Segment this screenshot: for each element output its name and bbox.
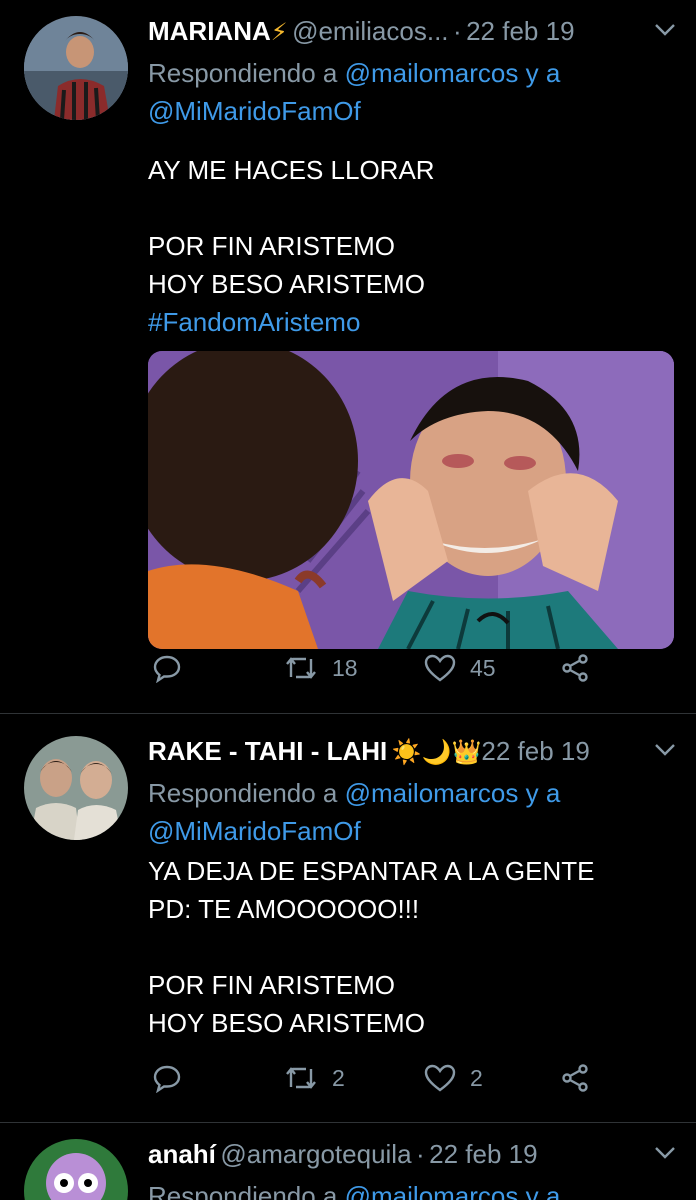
share-icon xyxy=(562,1064,588,1092)
reply-icon xyxy=(153,655,181,683)
tweet[interactable]: RAKE - TAHI - LAHI ☀️🌙👑22 feb 19 Respond… xyxy=(0,714,696,1120)
tweet-actions: 18 45 xyxy=(148,653,676,693)
retweet-button[interactable]: 18 xyxy=(284,653,358,683)
display-name[interactable]: MARIANA xyxy=(148,16,271,46)
share-button[interactable] xyxy=(560,1063,590,1093)
display-name[interactable]: anahí xyxy=(148,1139,216,1169)
reply-join: y a xyxy=(525,778,561,808)
reply-context: Respondiendo a @mailomarcos y a @MiMarid… xyxy=(148,774,676,850)
separator-dot: · xyxy=(416,1139,425,1169)
mention-link[interactable]: @mailomarcos xyxy=(345,58,519,88)
like-button[interactable]: 2 xyxy=(424,1063,483,1093)
chevron-down-icon[interactable] xyxy=(654,736,676,764)
reply-context: Respondiendo a @mailomarcos y a xyxy=(148,1177,676,1200)
tweet-text: YA DEJA DE ESPANTAR A LA GENTE PD: TE AM… xyxy=(148,856,595,1038)
share-button[interactable] xyxy=(560,653,590,683)
display-name[interactable]: RAKE - TAHI - LAHI xyxy=(148,736,387,766)
tweet-header: RAKE - TAHI - LAHI ☀️🌙👑22 feb 19 xyxy=(148,736,676,776)
reply-prefix: Respondiendo a xyxy=(148,58,338,88)
tweet-actions: 2 2 xyxy=(148,1063,676,1103)
avatar[interactable] xyxy=(24,1139,128,1200)
tweet-date[interactable]: 22 feb 19 xyxy=(429,1139,537,1169)
tweet[interactable]: anahí @amargotequila · 22 feb 19 Respond… xyxy=(0,1123,696,1200)
separator-dot: · xyxy=(452,16,462,46)
chevron-down-icon[interactable] xyxy=(654,1139,676,1167)
share-icon xyxy=(562,654,588,682)
retweet-count: 2 xyxy=(332,1064,345,1091)
avatar-image xyxy=(24,1139,128,1200)
avatar[interactable] xyxy=(24,16,128,120)
mention-link[interactable]: @mailomarcos xyxy=(345,778,519,808)
reply-context: Respondiendo a @mailomarcos y a @MiMarid… xyxy=(148,54,676,130)
name-emoji: ☀️🌙👑 xyxy=(391,739,482,766)
mention-link[interactable]: @mailomarcos xyxy=(345,1181,519,1200)
retweet-icon xyxy=(286,657,316,679)
name-emoji: ⚡ xyxy=(270,19,288,46)
tweet-text: AY ME HACES LLORAR POR FIN ARISTEMO HOY … xyxy=(148,155,435,299)
like-count: 2 xyxy=(470,1064,483,1091)
like-count: 45 xyxy=(470,654,496,681)
chevron-down-icon[interactable] xyxy=(654,16,676,44)
mention-link[interactable]: @MiMaridoFamOf xyxy=(148,816,361,846)
tweet-media-image[interactable] xyxy=(148,351,674,649)
like-button[interactable]: 45 xyxy=(424,653,496,683)
reply-button[interactable] xyxy=(152,653,182,683)
tweet-header: MARIANA⚡ @emiliacos... · 22 feb 19 xyxy=(148,16,676,56)
reply-button[interactable] xyxy=(152,1063,182,1093)
reply-prefix: Respondiendo a xyxy=(148,778,338,808)
user-handle[interactable]: @amargotequila xyxy=(220,1139,411,1169)
hashtag-link[interactable]: #FandomAristemo xyxy=(148,303,360,341)
reply-icon xyxy=(153,1065,181,1093)
retweet-count: 18 xyxy=(332,654,358,681)
reply-join: y a xyxy=(525,58,561,88)
avatar-image xyxy=(24,16,128,120)
reply-prefix: Respondiendo a xyxy=(148,1181,338,1200)
tweet-header: anahí @amargotequila · 22 feb 19 xyxy=(148,1139,676,1179)
tweet-date[interactable]: 22 feb 19 xyxy=(481,736,589,766)
heart-icon xyxy=(424,1064,456,1092)
avatar[interactable] xyxy=(24,736,128,840)
avatar-image xyxy=(24,736,128,840)
user-handle[interactable]: @emiliacos... xyxy=(292,16,448,46)
tweet[interactable]: MARIANA⚡ @emiliacos... · 22 feb 19 Respo… xyxy=(0,0,696,712)
retweet-button[interactable]: 2 xyxy=(284,1063,345,1093)
heart-icon xyxy=(424,654,456,682)
media-photo xyxy=(148,351,674,649)
tweet-date[interactable]: 22 feb 19 xyxy=(466,16,574,46)
reply-join: y a xyxy=(525,1181,561,1200)
mention-link[interactable]: @MiMaridoFamOf xyxy=(148,96,361,126)
retweet-icon xyxy=(286,1067,316,1089)
